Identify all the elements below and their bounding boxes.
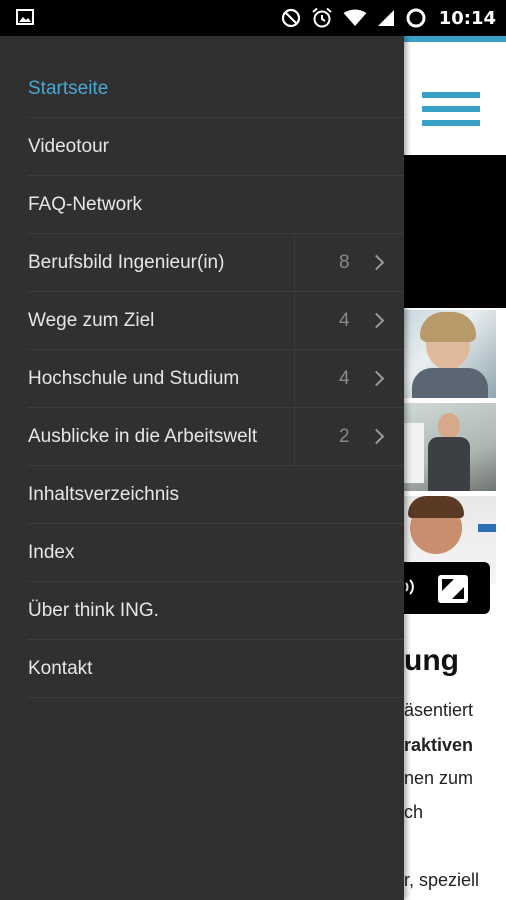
video-controls	[404, 562, 490, 614]
status-bar: 10:14	[0, 0, 506, 36]
nav-item-hochschule[interactable]: Hochschule und Studium 4	[28, 350, 404, 408]
nav-item-kontakt[interactable]: Kontakt	[28, 640, 404, 698]
page-text: nen zum	[404, 768, 474, 788]
hamburger-menu-icon[interactable]	[422, 92, 480, 132]
status-time: 10:14	[438, 7, 496, 29]
nav-expand-button[interactable]: 8	[294, 234, 405, 291]
nav-item-label: Startseite	[28, 78, 109, 99]
page-text: äsentiert	[404, 700, 474, 720]
nav-item-faq-network[interactable]: FAQ-Network	[28, 176, 404, 234]
nav-item-label: Über think ING.	[28, 600, 159, 621]
chevron-right-icon	[371, 254, 383, 272]
nav-expand-button[interactable]: 4	[294, 292, 405, 349]
nav-item-label: Hochschule und Studium	[28, 368, 240, 389]
page-text: raktiven	[404, 735, 474, 755]
nav-item-inhaltsverzeichnis[interactable]: Inhaltsverzeichnis	[28, 466, 404, 524]
loading-circle-icon	[405, 7, 427, 29]
nav-list: Startseite Videotour FAQ-Network Berufsb…	[0, 60, 404, 698]
fullscreen-icon[interactable]	[438, 575, 468, 603]
nav-item-index[interactable]: Index	[28, 524, 404, 582]
page-text: ch	[404, 802, 424, 822]
do-not-disturb-icon	[281, 8, 301, 28]
nav-item-ueber-think-ing[interactable]: Über think ING.	[28, 582, 404, 640]
nav-item-berufsbild[interactable]: Berufsbild Ingenieur(in) 8	[28, 234, 404, 292]
chevron-right-icon	[371, 312, 383, 330]
wifi-icon	[343, 9, 367, 27]
page-heading: ung	[404, 644, 459, 677]
chevron-right-icon	[371, 428, 383, 446]
video-thumbnails[interactable]	[404, 308, 496, 586]
nav-item-label: FAQ-Network	[28, 194, 143, 215]
nav-item-startseite[interactable]: Startseite	[28, 60, 404, 118]
nav-item-label: Berufsbild Ingenieur(in)	[28, 252, 225, 273]
nav-item-count: 4	[339, 310, 350, 331]
nav-item-label: Kontakt	[28, 658, 93, 679]
video-thumbnail[interactable]	[404, 310, 496, 398]
nav-item-label: Videotour	[28, 136, 109, 157]
volume-icon[interactable]	[404, 576, 422, 598]
chevron-right-icon	[371, 370, 383, 388]
video-thumbnail[interactable]	[404, 403, 496, 491]
nav-item-label: Wege zum Ziel	[28, 310, 155, 331]
nav-item-label: Ausblicke in die Arbeitswelt	[28, 426, 258, 447]
page-text: r, speziell	[404, 870, 480, 890]
video-banner	[404, 155, 506, 308]
nav-item-label: Inhaltsverzeichnis	[28, 484, 180, 505]
navigation-drawer: Startseite Videotour FAQ-Network Berufsb…	[0, 36, 404, 900]
nav-item-count: 8	[339, 252, 350, 273]
nav-item-wege-zum-ziel[interactable]: Wege zum Ziel 4	[28, 292, 404, 350]
nav-item-label: Index	[28, 542, 75, 563]
nav-expand-button[interactable]: 2	[294, 408, 405, 465]
signal-icon	[377, 9, 395, 27]
nav-item-ausblicke[interactable]: Ausblicke in die Arbeitswelt 2	[28, 408, 404, 466]
nav-item-videotour[interactable]: Videotour	[28, 118, 404, 176]
page-header	[404, 42, 506, 155]
nav-expand-button[interactable]: 4	[294, 350, 405, 407]
alarm-icon	[311, 7, 333, 29]
image-notification-icon	[16, 9, 34, 25]
nav-item-count: 4	[339, 368, 350, 389]
nav-item-count: 2	[339, 426, 350, 447]
